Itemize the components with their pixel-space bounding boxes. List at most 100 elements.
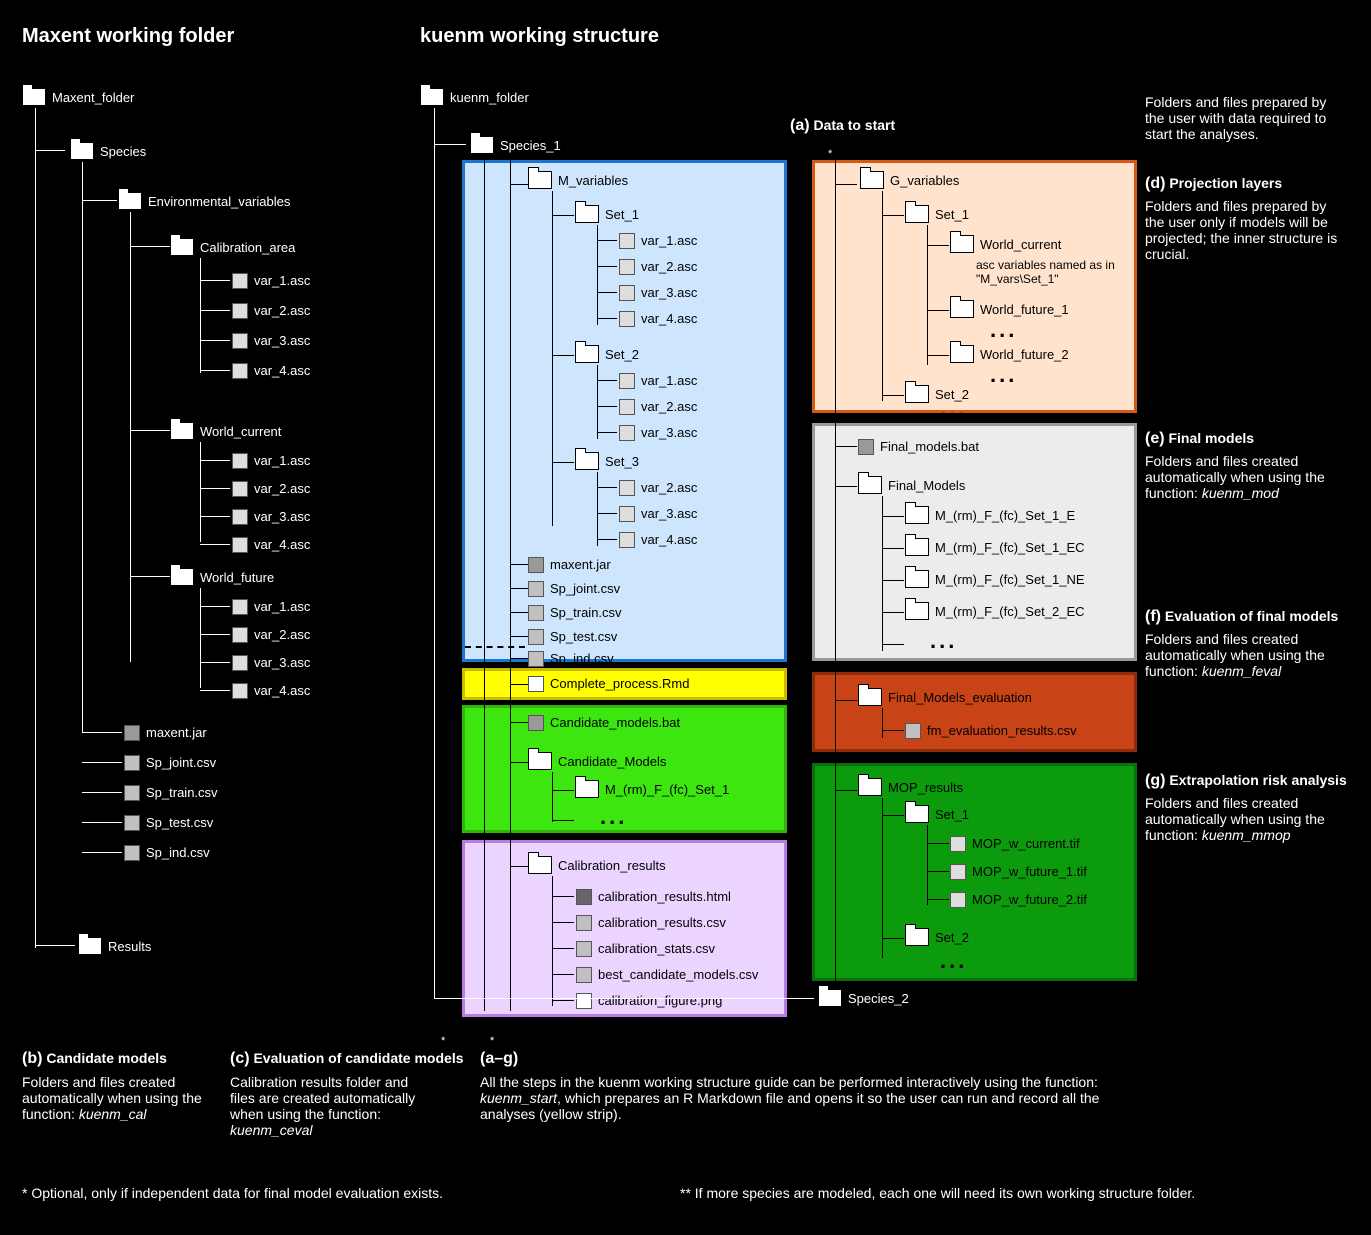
ellipsis: ... [940,396,967,422]
file-sp-ind: Sp_ind.csv [124,844,210,861]
footnote-right-mark: ** [680,1185,691,1201]
file-var: var_3.asc [619,424,697,441]
file-var: var_1.asc [619,372,697,389]
cap-c-body: Calibration results folder and files are… [230,1074,415,1122]
folder-fme: Final_Models_evaluation [858,688,1032,706]
file-calstats: calibration_stats.csv [576,940,715,957]
file-var: var_3.asc [232,654,310,671]
file-var: var_2.asc [232,480,310,497]
cap-b-fn: kuenm_cal [79,1106,147,1122]
ellipsis: ... [930,628,957,654]
cap-g-title: (g) [1145,772,1165,789]
folder-m-variables: M_variables [528,171,628,189]
file-complete-process: Complete_process.Rmd [528,675,689,692]
folder-set2: Set_2 [575,345,639,363]
file-var: var_2.asc [619,398,697,415]
file-var: var_4.asc [232,536,310,553]
folder-set3: Set_3 [575,452,639,470]
file-var: var_1.asc [232,272,310,289]
ellipsis: ... [940,948,967,974]
footnote-left-mark: * [22,1185,27,1201]
folder-species1: Species_1 [470,136,561,154]
ast3: * [828,148,832,160]
folder-g-set1: Set_1 [905,205,969,223]
folder-world-current: World_current [950,235,1061,253]
folder-maxent-folder: Maxent_folder [22,88,134,106]
ast1: * [441,1035,445,1047]
file-final-bat: Final_models.bat [858,438,979,455]
folder-fm-child: M_(rm)_F_(fc)_Set_2_EC [905,602,1085,620]
folder-world-current: World_current [170,422,281,440]
file-sp-train: Sp_train.csv [124,784,218,801]
cap-a-sub: Data to start [813,117,895,133]
file-var: var_2.asc [232,626,310,643]
folder-calibration-results: Calibration_results [528,856,666,874]
footnote-right: If more species are modeled, each one wi… [695,1185,1195,1201]
cap-d-title: (d) [1145,175,1165,192]
file-var: var_2.asc [619,258,697,275]
file-var: var_3.asc [619,284,697,301]
cap-a-body: Folders and files prepared by the user w… [1145,94,1345,142]
file-sp-test: Sp_test.csv [528,628,617,645]
folder-species: Species [70,142,146,160]
cap-c-sub: Evaluation of candidate models [253,1050,463,1066]
ast2: * [490,1035,494,1047]
ellipsis: ... [990,317,1017,343]
folder-world-future: World_future [170,568,274,586]
cap-a-title: (a) [790,117,810,134]
cap-d-sub: Projection layers [1169,175,1282,191]
file-candidate-bat: Candidate_models.bat [528,714,680,731]
folder-g-variables: G_variables [860,171,959,189]
folder-mop: MOP_results [858,778,963,796]
ellipsis: ... [600,804,627,830]
file-var: var_1.asc [619,232,697,249]
folder-world-future1: World_future_1 [950,300,1069,318]
note-asc-vars: asc variables named as in "M_vars\Set_1" [976,258,1126,286]
cap-g-sub: Extrapolation risk analysis [1169,772,1346,788]
file-var: var_3.asc [232,332,310,349]
file-var: var_4.asc [619,531,697,548]
cap-all-tail: , which prepares an R Markdown file and … [480,1090,1099,1122]
folder-species2: Species_2 [818,989,909,1007]
cap-all-title: (a–g) [480,1050,518,1068]
folder-kuenm-folder: kuenm_folder [420,88,529,106]
cap-e-sub: Final models [1168,430,1254,446]
folder-fm-child: M_(rm)_F_(fc)_Set_1_EC [905,538,1085,556]
file-mop: MOP_w_current.tif [950,835,1080,852]
file-var: var_4.asc [619,310,697,327]
file-var: var_1.asc [232,598,310,615]
cap-d-body: Folders and files prepared by the user o… [1145,198,1345,262]
file-var: var_4.asc [232,682,310,699]
cap-all-fn: kuenm_start [480,1090,557,1106]
folder-mop-set1: Set_1 [905,805,969,823]
cap-e-title: (e) [1145,430,1165,447]
file-maxent-jar: maxent.jar [528,556,611,573]
file-var: var_3.asc [619,505,697,522]
file-calres-csv: calibration_results.csv [576,914,726,931]
folder-results: Results [78,937,151,955]
file-var: var_3.asc [232,508,310,525]
folder-candidate-models: Candidate_Models [528,752,666,770]
file-sp-ind: Sp_ind.csv [528,650,614,667]
folder-env-vars: Environmental_variables [118,192,290,210]
folder-set1: Set_1 [575,205,639,223]
file-calres-html: calibration_results.html [576,888,731,905]
cap-c-title: (c) [230,1050,250,1067]
file-sp-test: Sp_test.csv [124,814,213,831]
folder-world-future2: World_future_2 [950,345,1069,363]
cap-f-title: (f) [1145,608,1161,625]
file-sp-train: Sp_train.csv [528,604,622,621]
cap-f-sub: Evaluation of final models [1165,608,1338,624]
file-sp-joint: Sp_joint.csv [124,754,216,771]
panel-peach [812,160,1137,413]
folder-mop-set2: Set_2 [905,928,969,946]
ellipsis: ... [990,362,1017,388]
cap-e-fn: kuenm_mod [1202,485,1279,501]
folder-final-models: Final_Models [858,476,965,494]
folder-fm-child: M_(rm)_F_(fc)_Set_1_NE [905,570,1085,588]
folder-calibration-area: Calibration_area [170,238,295,256]
file-mop: MOP_w_future_1.tif [950,863,1087,880]
file-sp-joint: Sp_joint.csv [528,580,620,597]
file-var: var_2.asc [619,479,697,496]
cap-b-sub: Candidate models [46,1050,167,1066]
